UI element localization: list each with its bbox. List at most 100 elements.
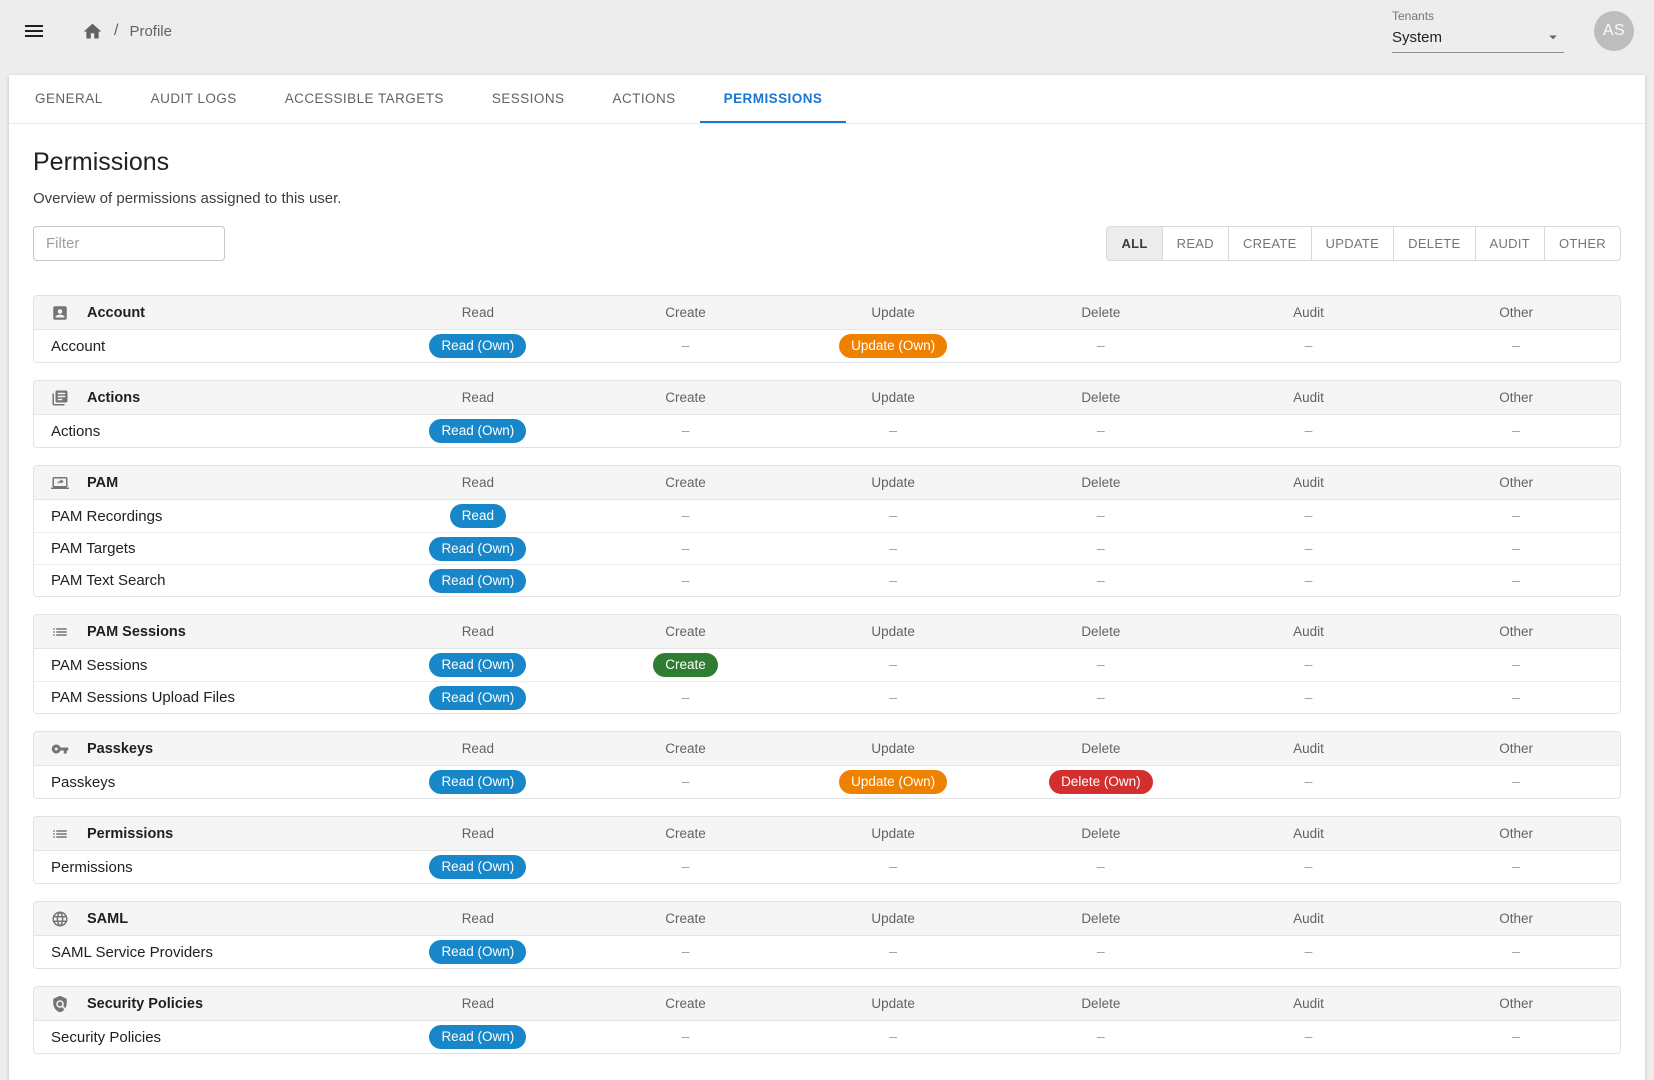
filter-button-other[interactable]: OTHER (1545, 227, 1620, 260)
empty-permission-marker: – (682, 540, 690, 556)
empty-permission-marker: – (1512, 540, 1520, 556)
column-header-delete: Delete (997, 741, 1205, 756)
column-header-read: Read (374, 826, 582, 841)
tenants-field: Tenants System (1392, 9, 1564, 53)
tab-permissions[interactable]: PERMISSIONS (700, 75, 847, 123)
permission-badge-read: Read (Own) (429, 940, 526, 964)
empty-permission-marker: – (1305, 689, 1313, 705)
permission-cell-update: – (789, 540, 997, 558)
empty-permission-marker: – (682, 773, 690, 789)
key-icon (51, 740, 69, 758)
empty-permission-marker: – (889, 572, 897, 588)
permission-cell-audit: – (1205, 858, 1413, 876)
library-books-icon (51, 389, 69, 407)
tab-actions[interactable]: ACTIONS (588, 75, 699, 123)
column-header-delete: Delete (997, 475, 1205, 490)
permission-group-pam-sessions: PAM SessionsReadCreateUpdateDeleteAuditO… (33, 614, 1621, 714)
empty-permission-marker: – (682, 1028, 690, 1044)
empty-permission-marker: – (1512, 689, 1520, 705)
permission-cell-delete: – (997, 689, 1205, 707)
table-row: AccountRead (Own)–Update (Own)––– (34, 330, 1620, 362)
filter-button-create[interactable]: CREATE (1229, 227, 1312, 260)
permission-badge-read: Read (Own) (429, 686, 526, 710)
permission-cell-read: Read (Own) (374, 569, 582, 593)
permission-cell-delete: – (997, 422, 1205, 440)
column-header-audit: Audit (1205, 741, 1413, 756)
filter-button-update[interactable]: UPDATE (1312, 227, 1395, 260)
empty-permission-marker: – (1512, 507, 1520, 523)
group-title-label: Actions (87, 390, 140, 406)
tab-accessible-targets[interactable]: ACCESSIBLE TARGETS (261, 75, 468, 123)
empty-permission-marker: – (682, 507, 690, 523)
empty-permission-marker: – (889, 507, 897, 523)
column-header-update: Update (789, 741, 997, 756)
avatar[interactable]: AS (1594, 11, 1634, 51)
permission-cell-delete: – (997, 858, 1205, 876)
group-title: SAML (34, 910, 374, 928)
tenant-selected-value: System (1392, 29, 1442, 46)
group-title-label: Account (87, 305, 145, 321)
permission-cell-other: – (1412, 773, 1620, 791)
group-title: Permissions (34, 825, 374, 843)
permission-cell-delete: Delete (Own) (997, 770, 1205, 794)
column-header-delete: Delete (997, 624, 1205, 639)
column-header-delete: Delete (997, 826, 1205, 841)
permission-cell-audit: – (1205, 540, 1413, 558)
filter-input[interactable] (33, 226, 225, 261)
permission-group-account: AccountReadCreateUpdateDeleteAuditOtherA… (33, 295, 1621, 363)
group-header: PAM SessionsReadCreateUpdateDeleteAuditO… (34, 615, 1620, 649)
empty-permission-marker: – (1512, 1028, 1520, 1044)
filter-button-read[interactable]: READ (1163, 227, 1229, 260)
permission-cell-create: – (582, 507, 790, 525)
globe-icon (51, 910, 69, 928)
column-header-audit: Audit (1205, 911, 1413, 926)
breadcrumb-separator: / (114, 22, 118, 40)
row-label: PAM Targets (34, 540, 374, 557)
permission-cell-other: – (1412, 337, 1620, 355)
empty-permission-marker: – (889, 1028, 897, 1044)
table-row: PAM TargetsRead (Own)––––– (34, 532, 1620, 564)
group-title-label: SAML (87, 911, 128, 927)
empty-permission-marker: – (1097, 422, 1105, 438)
permission-cell-other: – (1412, 1028, 1620, 1046)
column-header-create: Create (582, 305, 790, 320)
column-header-other: Other (1412, 741, 1620, 756)
column-header-audit: Audit (1205, 624, 1413, 639)
empty-permission-marker: – (682, 337, 690, 353)
permission-badge-create: Create (653, 653, 718, 677)
group-title: Security Policies (34, 995, 374, 1013)
permission-badge-read: Read (Own) (429, 537, 526, 561)
column-header-read: Read (374, 624, 582, 639)
tab-sessions[interactable]: SESSIONS (468, 75, 589, 123)
empty-permission-marker: – (1305, 858, 1313, 874)
page-title: Permissions (33, 148, 1621, 177)
tenant-select[interactable]: System (1392, 23, 1564, 53)
permission-badge-delete: Delete (Own) (1049, 770, 1153, 794)
tab-audit-logs[interactable]: AUDIT LOGS (127, 75, 261, 123)
permission-group-passkeys: PasskeysReadCreateUpdateDeleteAuditOther… (33, 731, 1621, 799)
permission-cell-read: Read (Own) (374, 537, 582, 561)
permission-cell-create: – (582, 572, 790, 590)
permission-cell-delete: – (997, 1028, 1205, 1046)
filter-button-all[interactable]: ALL (1107, 227, 1162, 260)
tab-general[interactable]: GENERAL (11, 75, 127, 123)
permission-cell-delete: – (997, 656, 1205, 674)
permission-cell-update: – (789, 572, 997, 590)
group-header: ActionsReadCreateUpdateDeleteAuditOther (34, 381, 1620, 415)
home-icon[interactable] (82, 21, 103, 42)
breadcrumb: / Profile (82, 21, 172, 42)
menu-button[interactable] (14, 11, 54, 51)
permission-cell-audit: – (1205, 572, 1413, 590)
permission-cell-audit: – (1205, 422, 1413, 440)
permission-cell-audit: – (1205, 507, 1413, 525)
empty-permission-marker: – (1305, 656, 1313, 672)
permission-cell-delete: – (997, 572, 1205, 590)
empty-permission-marker: – (1305, 1028, 1313, 1044)
account-box-icon (51, 304, 69, 322)
filter-button-audit[interactable]: AUDIT (1476, 227, 1546, 260)
permission-badge-read: Read (Own) (429, 855, 526, 879)
empty-permission-marker: – (1305, 943, 1313, 959)
filter-button-delete[interactable]: DELETE (1394, 227, 1475, 260)
empty-permission-marker: – (1097, 656, 1105, 672)
group-header: PermissionsReadCreateUpdateDeleteAuditOt… (34, 817, 1620, 851)
